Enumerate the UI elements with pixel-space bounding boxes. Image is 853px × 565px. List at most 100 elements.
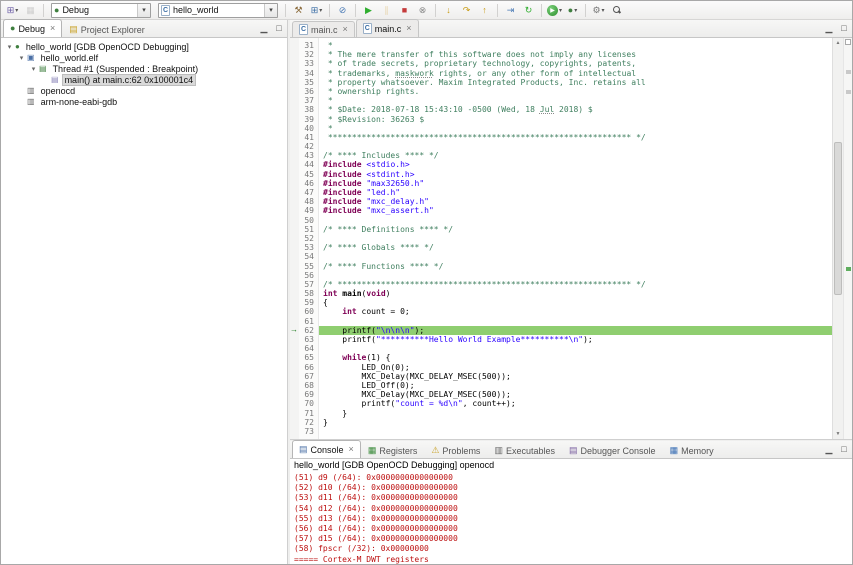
code-line[interactable]: ****************************************… [319, 133, 832, 142]
code-line[interactable]: * The mere transfer of this software doe… [319, 50, 832, 59]
run-application-button[interactable]: ▶▾ [546, 2, 563, 18]
code-line[interactable] [319, 234, 832, 243]
debug-tree-row[interactable]: ▾▤Thread #1 (Suspended : Breakpoint) [1, 63, 287, 74]
resume-button[interactable]: ▶ [360, 2, 377, 18]
code-line[interactable]: LED_On(0); [319, 363, 832, 372]
step-over-button[interactable]: ↷ [458, 2, 475, 18]
code-line[interactable]: int main(void) [319, 289, 832, 298]
code-line[interactable]: /* *************************************… [319, 280, 832, 289]
debug-application-button[interactable]: ●▾ [564, 2, 581, 18]
code-line[interactable]: #include "led.h" [319, 188, 832, 197]
code-line[interactable]: * trademarks, maskwork rights, or any ot… [319, 69, 832, 78]
code-line[interactable]: #include "mxc_delay.h" [319, 197, 832, 206]
tab-main-c[interactable]: Cmain.c× [356, 19, 419, 37]
close-tab-icon[interactable]: × [349, 445, 354, 454]
code-line[interactable] [319, 216, 832, 225]
debug-tree-row[interactable]: ▤main() at main.c:62 0x100001c4 [1, 74, 287, 85]
code-line[interactable]: #include <stdio.h> [319, 160, 832, 169]
debug-tree-row[interactable]: ▾▣hello_world.elf [1, 52, 287, 63]
tab-main-c[interactable]: Cmain.c× [292, 21, 355, 37]
code-line[interactable]: * $Date: 2018-07-18 15:43:10 -0500 (Wed,… [319, 105, 832, 114]
code-line[interactable]: LED_Off(0); [319, 381, 832, 390]
step-into-button[interactable]: ↓ [440, 2, 457, 18]
save-editor-button[interactable]: ▦ [22, 2, 39, 18]
code-line[interactable] [319, 317, 832, 326]
code-line[interactable]: } [319, 418, 832, 427]
code-editor[interactable]: → 31323334353637383940414243444546474849… [290, 38, 852, 439]
editor-code[interactable]: * * The mere transfer of this software d… [319, 38, 832, 439]
debug-toolbar-combo[interactable]: ●Debug▾ [51, 3, 151, 18]
code-line[interactable] [319, 427, 832, 436]
external-tools-button[interactable]: ⚙▾ [590, 2, 607, 18]
search-button[interactable] [608, 2, 625, 18]
tab-debugger-console[interactable]: ▤Debugger Console [562, 442, 663, 458]
code-line[interactable]: * ownership rights. [319, 87, 832, 96]
editor-overview-ruler[interactable] [843, 38, 852, 439]
code-line[interactable]: while(1) { [319, 353, 832, 362]
overview-spelling-marker[interactable] [846, 70, 851, 74]
debug-toolbar-combo-dropdown-icon[interactable]: ▾ [137, 4, 150, 17]
maximize-button[interactable]: □ [272, 21, 286, 35]
scroll-down-icon[interactable]: ▼ [833, 429, 843, 439]
close-tab-icon[interactable]: × [343, 25, 348, 34]
code-line[interactable]: * of trade secrets, proprietary technolo… [319, 59, 832, 68]
code-line[interactable]: MXC_Delay(MXC_DELAY_MSEC(500)); [319, 372, 832, 381]
editor-gutter[interactable]: 3132333435363738394041424344454647484950… [299, 38, 319, 439]
debug-tree[interactable]: ▾●hello_world [GDB OpenOCD Debugging]▾▣h… [1, 38, 287, 564]
instruction-stepping-button[interactable]: ⇥ [502, 2, 519, 18]
expander-icon[interactable]: ▾ [17, 54, 26, 62]
overview-current-line-marker[interactable] [846, 267, 851, 271]
maximize-button[interactable]: □ [837, 21, 851, 35]
suspend-button[interactable]: ∥ [378, 2, 395, 18]
code-line[interactable]: #include "mxc_assert.h" [319, 206, 832, 215]
code-line[interactable]: * [319, 96, 832, 105]
code-line[interactable] [319, 344, 832, 353]
tab-executables[interactable]: ▥Executables [487, 442, 562, 458]
code-line[interactable]: MXC_Delay(MXC_DELAY_MSEC(500)); [319, 390, 832, 399]
expander-icon[interactable]: ▾ [29, 65, 38, 73]
step-return-button[interactable]: ↑ [476, 2, 493, 18]
scroll-up-icon[interactable]: ▲ [833, 38, 843, 48]
build-project-button[interactable]: ⚒ [290, 2, 307, 18]
terminate-button[interactable]: ■ [396, 2, 413, 18]
new-wizard-button[interactable]: ⊞▾ [4, 2, 21, 18]
code-line[interactable]: printf("**********Hello World Example***… [319, 335, 832, 344]
minimize-button[interactable]: ▁ [822, 442, 836, 456]
code-line[interactable]: * property whatsoever. Maxim Integrated … [319, 78, 832, 87]
console-output[interactable]: (51) d9 (/64): 0x0000000000000000(52) d1… [290, 472, 852, 564]
minimize-button[interactable]: ▁ [257, 21, 271, 35]
maximize-button[interactable]: □ [837, 442, 851, 456]
scrollbar-thumb[interactable] [834, 142, 842, 294]
tab-registers[interactable]: ▦Registers [361, 442, 425, 458]
restart-button[interactable]: ↻ [520, 2, 537, 18]
overview-annotations-button[interactable] [845, 39, 851, 45]
code-line[interactable]: * [319, 41, 832, 50]
overview-spelling-marker[interactable] [846, 90, 851, 94]
tab-memory[interactable]: ▦Memory [663, 442, 721, 458]
editor-annotation-ruler[interactable]: → [290, 38, 299, 439]
tab-console[interactable]: ▤Console× [292, 440, 361, 458]
disconnect-button[interactable]: ⊗ [414, 2, 431, 18]
launch-config-combo-dropdown-icon[interactable]: ▾ [264, 4, 277, 17]
tab-project-explorer[interactable]: ▤Project Explorer [62, 21, 152, 37]
code-line[interactable] [319, 271, 832, 280]
expander-icon[interactable]: ▾ [5, 43, 14, 51]
code-line[interactable]: /* **** Functions **** */ [319, 262, 832, 271]
code-line[interactable]: printf("count = %d\n", count++); [319, 399, 832, 408]
code-line[interactable]: /* **** Globals **** */ [319, 243, 832, 252]
debug-tree-row[interactable]: ▥openocd [1, 85, 287, 96]
code-line[interactable]: #include "max32650.h" [319, 179, 832, 188]
launch-config-combo[interactable]: Chello_world▾ [158, 3, 278, 18]
skip-all-breakpoints-button[interactable]: ⊘ [334, 2, 351, 18]
close-tab-icon[interactable]: × [50, 24, 55, 33]
debug-tree-row[interactable]: ▥arm-none-eabi-gdb [1, 96, 287, 107]
close-tab-icon[interactable]: × [406, 24, 411, 33]
code-line[interactable]: } [319, 409, 832, 418]
code-line[interactable]: * [319, 124, 832, 133]
code-line[interactable]: * $Revision: 36263 $ [319, 115, 832, 124]
code-line[interactable]: int count = 0; [319, 307, 832, 316]
tab-problems[interactable]: ⚠Problems [424, 442, 487, 458]
debug-tree-row[interactable]: ▾●hello_world [GDB OpenOCD Debugging] [1, 41, 287, 52]
tab-debug[interactable]: ●Debug× [3, 19, 62, 37]
code-line[interactable] [319, 252, 832, 261]
